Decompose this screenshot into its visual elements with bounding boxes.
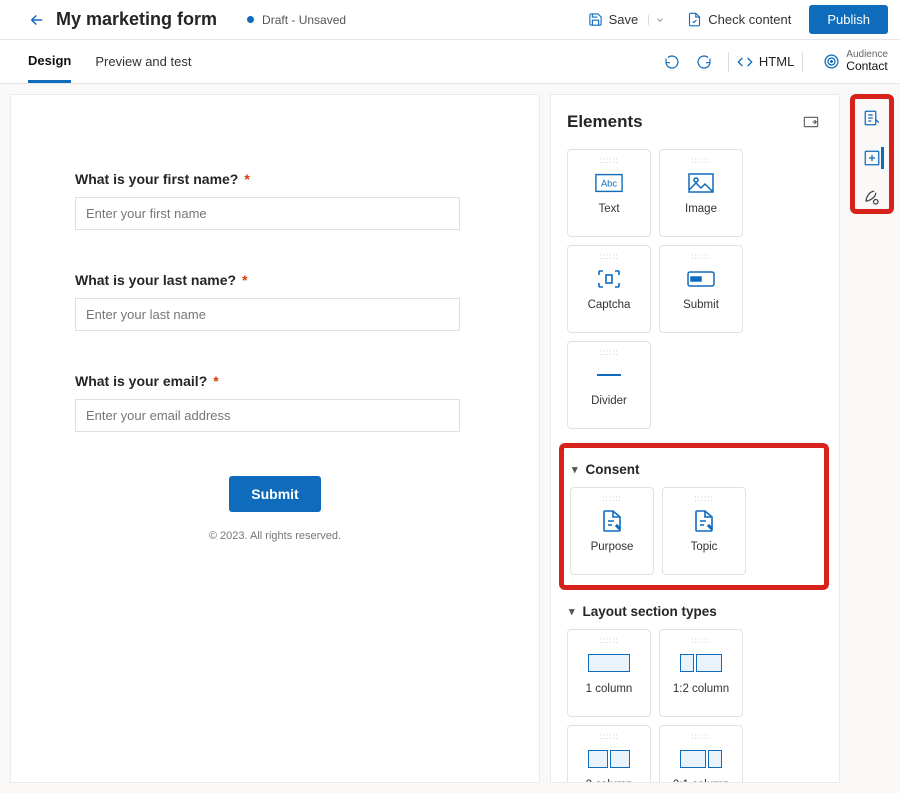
- back-arrow-icon[interactable]: [28, 11, 46, 29]
- sub-header: Design Preview and test HTML Audience Co…: [0, 40, 900, 84]
- audience-value: Contact: [846, 60, 888, 73]
- elements-panel: Elements :::::: Abc Text :::::: Image ::…: [550, 94, 840, 783]
- field-label-lastname: What is your last name?*: [75, 272, 501, 288]
- elements-panel-title: Elements: [567, 112, 643, 132]
- captcha-icon: [594, 265, 624, 293]
- element-text[interactable]: :::::: Abc Text: [567, 149, 651, 237]
- topic-icon: [689, 507, 719, 535]
- form-footer: © 2023. All rights reserved.: [49, 530, 501, 542]
- html-label: HTML: [759, 54, 794, 69]
- tab-preview[interactable]: Preview and test: [95, 42, 191, 81]
- status-text: Draft - Unsaved: [262, 13, 346, 27]
- text-icon: Abc: [594, 169, 624, 197]
- image-icon: [686, 169, 716, 197]
- check-content-icon: [687, 12, 702, 27]
- code-icon: [737, 54, 753, 70]
- element-captcha[interactable]: :::::: Captcha: [567, 245, 651, 333]
- divider-icon: [594, 361, 624, 389]
- svg-text:Abc: Abc: [601, 179, 617, 189]
- element-topic[interactable]: :::::: Topic: [662, 487, 746, 575]
- element-image[interactable]: :::::: Image: [659, 149, 743, 237]
- field-label-email: What is your email?*: [75, 373, 501, 389]
- consent-highlight: ▾ Consent :::::: Purpose :::::: Topic: [559, 443, 829, 590]
- chevron-down-icon: ▾: [569, 605, 575, 618]
- element-divider[interactable]: :::::: Divider: [567, 341, 651, 429]
- form-canvas[interactable]: What is your first name?* What is your l…: [10, 94, 540, 783]
- status-dot: [247, 16, 254, 23]
- undo-button[interactable]: [656, 50, 688, 74]
- lastname-input[interactable]: [75, 298, 460, 331]
- save-label: Save: [609, 12, 639, 27]
- rail-form-icon[interactable]: [860, 109, 884, 127]
- element-submit[interactable]: :::::: Submit: [659, 245, 743, 333]
- rail-settings-icon[interactable]: [860, 189, 884, 207]
- check-content-label: Check content: [708, 12, 791, 27]
- layout-1-2-column[interactable]: :::::: 1:2 column: [659, 629, 743, 717]
- consent-section-header[interactable]: ▾ Consent: [572, 462, 814, 477]
- purpose-icon: [597, 507, 627, 535]
- page-header: My marketing form Draft - Unsaved Save C…: [0, 0, 900, 40]
- firstname-input[interactable]: [75, 197, 460, 230]
- submit-icon: [686, 265, 716, 293]
- form-submit-button[interactable]: Submit: [229, 476, 320, 512]
- layout-2-column[interactable]: :::::: 2 column: [567, 725, 651, 783]
- email-input[interactable]: [75, 399, 460, 432]
- html-view-button[interactable]: HTML: [737, 54, 794, 70]
- layout-1-column[interactable]: :::::: 1 column: [567, 629, 651, 717]
- check-content-button[interactable]: Check content: [679, 8, 799, 31]
- redo-button[interactable]: [688, 50, 720, 74]
- layout-section-header[interactable]: ▾ Layout section types: [569, 604, 823, 619]
- target-icon: [823, 53, 840, 70]
- right-rail-highlight: [850, 94, 894, 214]
- save-icon: [588, 12, 603, 27]
- tab-design[interactable]: Design: [28, 41, 71, 83]
- chevron-down-icon: ▾: [572, 463, 578, 476]
- element-purpose[interactable]: :::::: Purpose: [570, 487, 654, 575]
- layout-2-1-column[interactable]: :::::: 2:1 column: [659, 725, 743, 783]
- field-label-firstname: What is your first name?*: [75, 171, 501, 187]
- save-dropdown[interactable]: [648, 15, 671, 25]
- save-button[interactable]: Save: [580, 8, 680, 31]
- basic-elements: :::::: Abc Text :::::: Image :::::: Capt…: [567, 149, 823, 429]
- page-title: My marketing form: [56, 9, 217, 30]
- audience-selector[interactable]: Audience Contact: [823, 49, 888, 73]
- rail-elements-icon[interactable]: [860, 149, 884, 167]
- publish-button[interactable]: Publish: [809, 5, 888, 34]
- panel-collapse-icon[interactable]: [799, 111, 823, 133]
